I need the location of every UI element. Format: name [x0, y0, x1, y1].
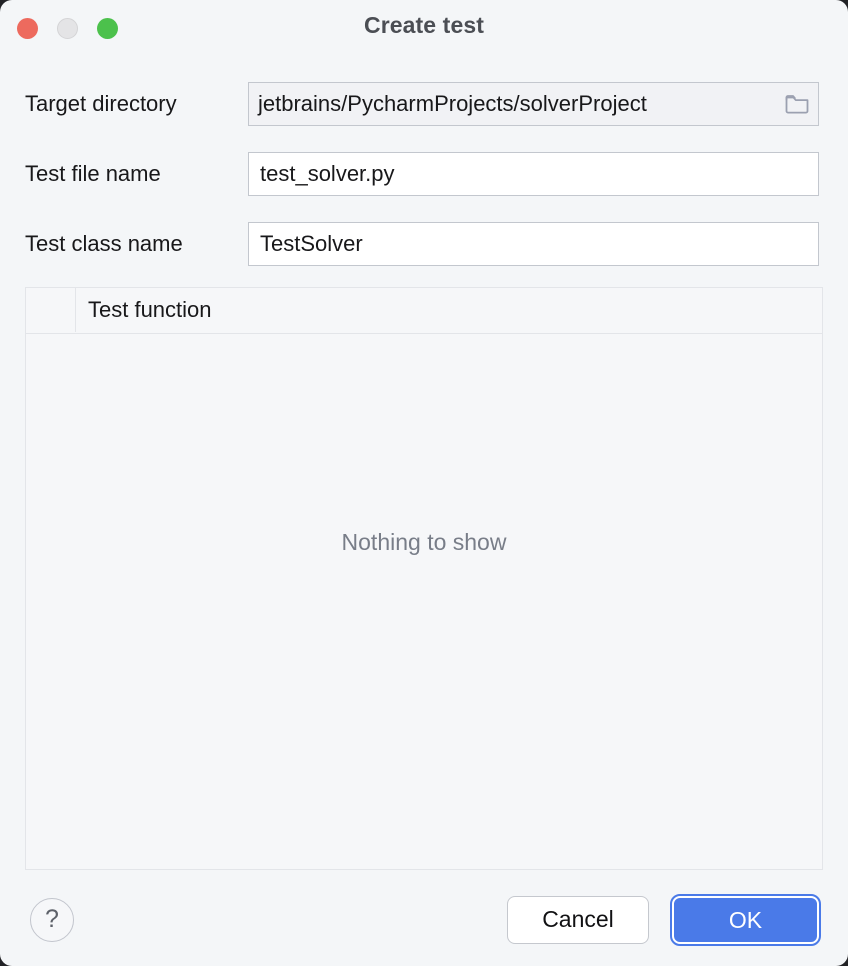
- empty-state-message: Nothing to show: [341, 529, 507, 555]
- test-class-name-label: Test class name: [25, 231, 183, 256]
- target-directory-input[interactable]: jetbrains/PycharmProjects/solverProject: [248, 82, 819, 126]
- folder-icon[interactable]: [784, 92, 810, 116]
- create-test-dialog: Create test Target directory jetbrains/P…: [0, 0, 848, 966]
- test-class-name-value: TestSolver: [260, 231, 363, 256]
- test-file-name-value: test_solver.py: [260, 161, 395, 186]
- dialog-title: Create test: [364, 12, 484, 38]
- form-row-target-directory: Target directory jetbrains/PycharmProjec…: [25, 82, 823, 126]
- table-body[interactable]: Nothing to show: [26, 334, 822, 870]
- table-column-test-function[interactable]: Test function: [88, 288, 212, 332]
- table-column-checkbox[interactable]: [26, 288, 76, 332]
- target-directory-label: Target directory: [25, 91, 177, 116]
- test-file-name-label: Test file name: [25, 161, 161, 186]
- test-class-name-input[interactable]: TestSolver: [248, 222, 819, 266]
- target-directory-value: jetbrains/PycharmProjects/solverProject: [258, 91, 647, 116]
- form-row-test-file-name: Test file name test_solver.py: [25, 152, 823, 196]
- test-function-table: Test function Nothing to show: [25, 287, 823, 870]
- cancel-button[interactable]: Cancel: [507, 896, 649, 944]
- ok-button[interactable]: OK: [670, 894, 821, 946]
- form-row-test-class-name: Test class name TestSolver: [25, 222, 823, 266]
- title-bar: Create test: [0, 0, 848, 56]
- test-file-name-input[interactable]: test_solver.py: [248, 152, 819, 196]
- help-button[interactable]: ?: [30, 898, 74, 942]
- table-header-row: Test function: [26, 288, 822, 334]
